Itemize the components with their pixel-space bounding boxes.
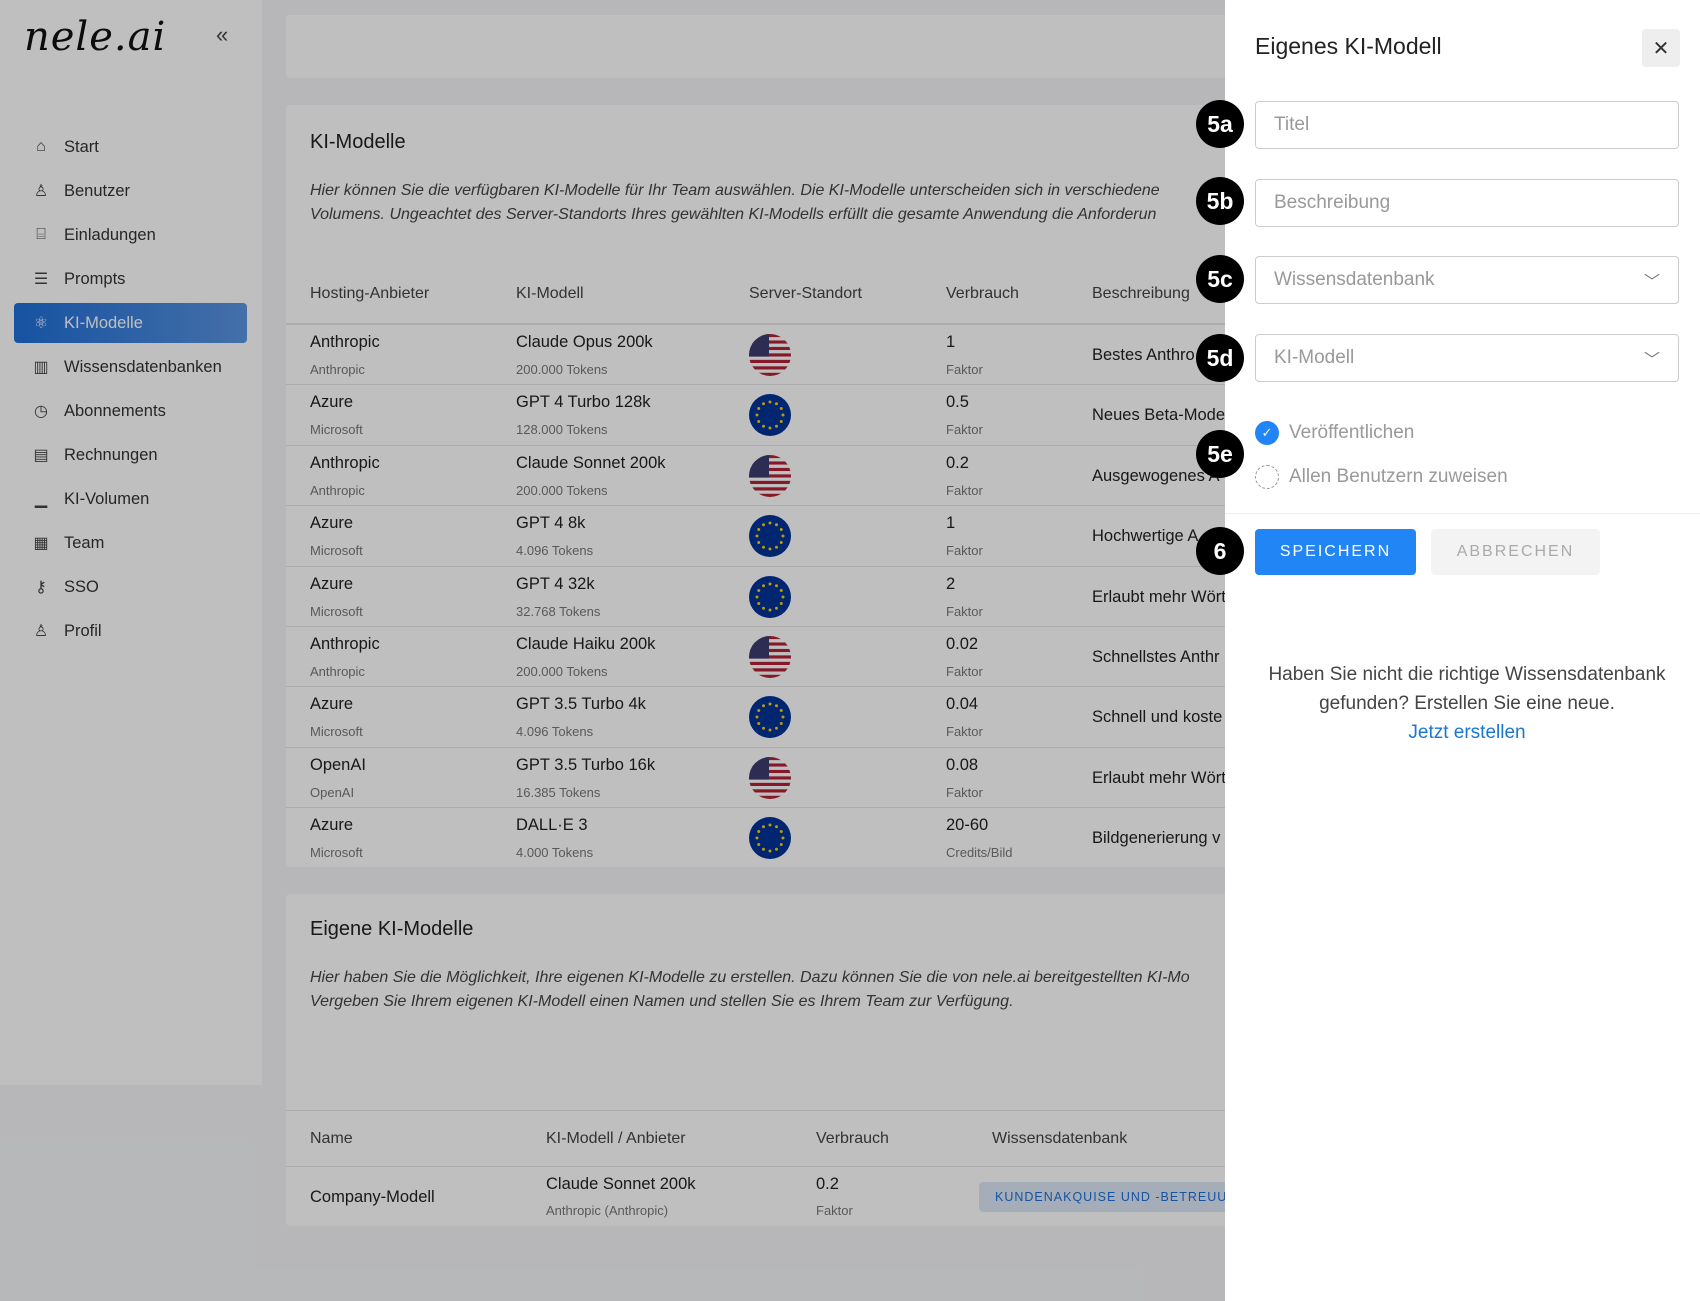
knowledge-base-select[interactable]: Wissensdatenbank ﹀ xyxy=(1255,256,1679,304)
save-button[interactable]: SPEICHERN xyxy=(1255,529,1416,575)
step-badge: 5b xyxy=(1196,177,1244,225)
step-badge: 5d xyxy=(1196,334,1244,382)
title-input[interactable]: Titel xyxy=(1255,101,1679,149)
help-text: Haben Sie nicht die richtige Wissensdate… xyxy=(1268,664,1666,743)
step-badge: 6 xyxy=(1196,527,1244,575)
close-icon: ✕ xyxy=(1652,37,1670,60)
ki-model-select[interactable]: KI-Modell ﹀ xyxy=(1255,334,1679,382)
step-badge: 5a xyxy=(1196,100,1244,148)
publish-checkbox[interactable]: ✓ Veröffentlichen xyxy=(1255,421,1414,445)
modal-backdrop[interactable] xyxy=(0,0,1225,1301)
step-badge: 5e xyxy=(1196,430,1244,478)
check-icon: ✓ xyxy=(1255,421,1279,445)
unchecked-circle-icon xyxy=(1255,465,1279,489)
description-input[interactable]: Beschreibung xyxy=(1255,179,1679,227)
create-knowledge-base-link[interactable]: Jetzt erstellen xyxy=(1408,722,1525,743)
assign-all-checkbox[interactable]: Allen Benutzern zuweisen xyxy=(1255,465,1508,489)
drawer-title: Eigenes KI-Modell xyxy=(1255,33,1442,59)
chevron-down-icon: ﹀ xyxy=(1643,274,1660,291)
custom-model-drawer: Eigenes KI-Modell ✕ Titel Beschreibung W… xyxy=(1225,0,1700,1301)
chevron-down-icon: ﹀ xyxy=(1643,352,1660,369)
cancel-button[interactable]: ABBRECHEN xyxy=(1431,529,1600,575)
close-button[interactable]: ✕ xyxy=(1642,29,1680,67)
step-badge: 5c xyxy=(1196,255,1244,303)
